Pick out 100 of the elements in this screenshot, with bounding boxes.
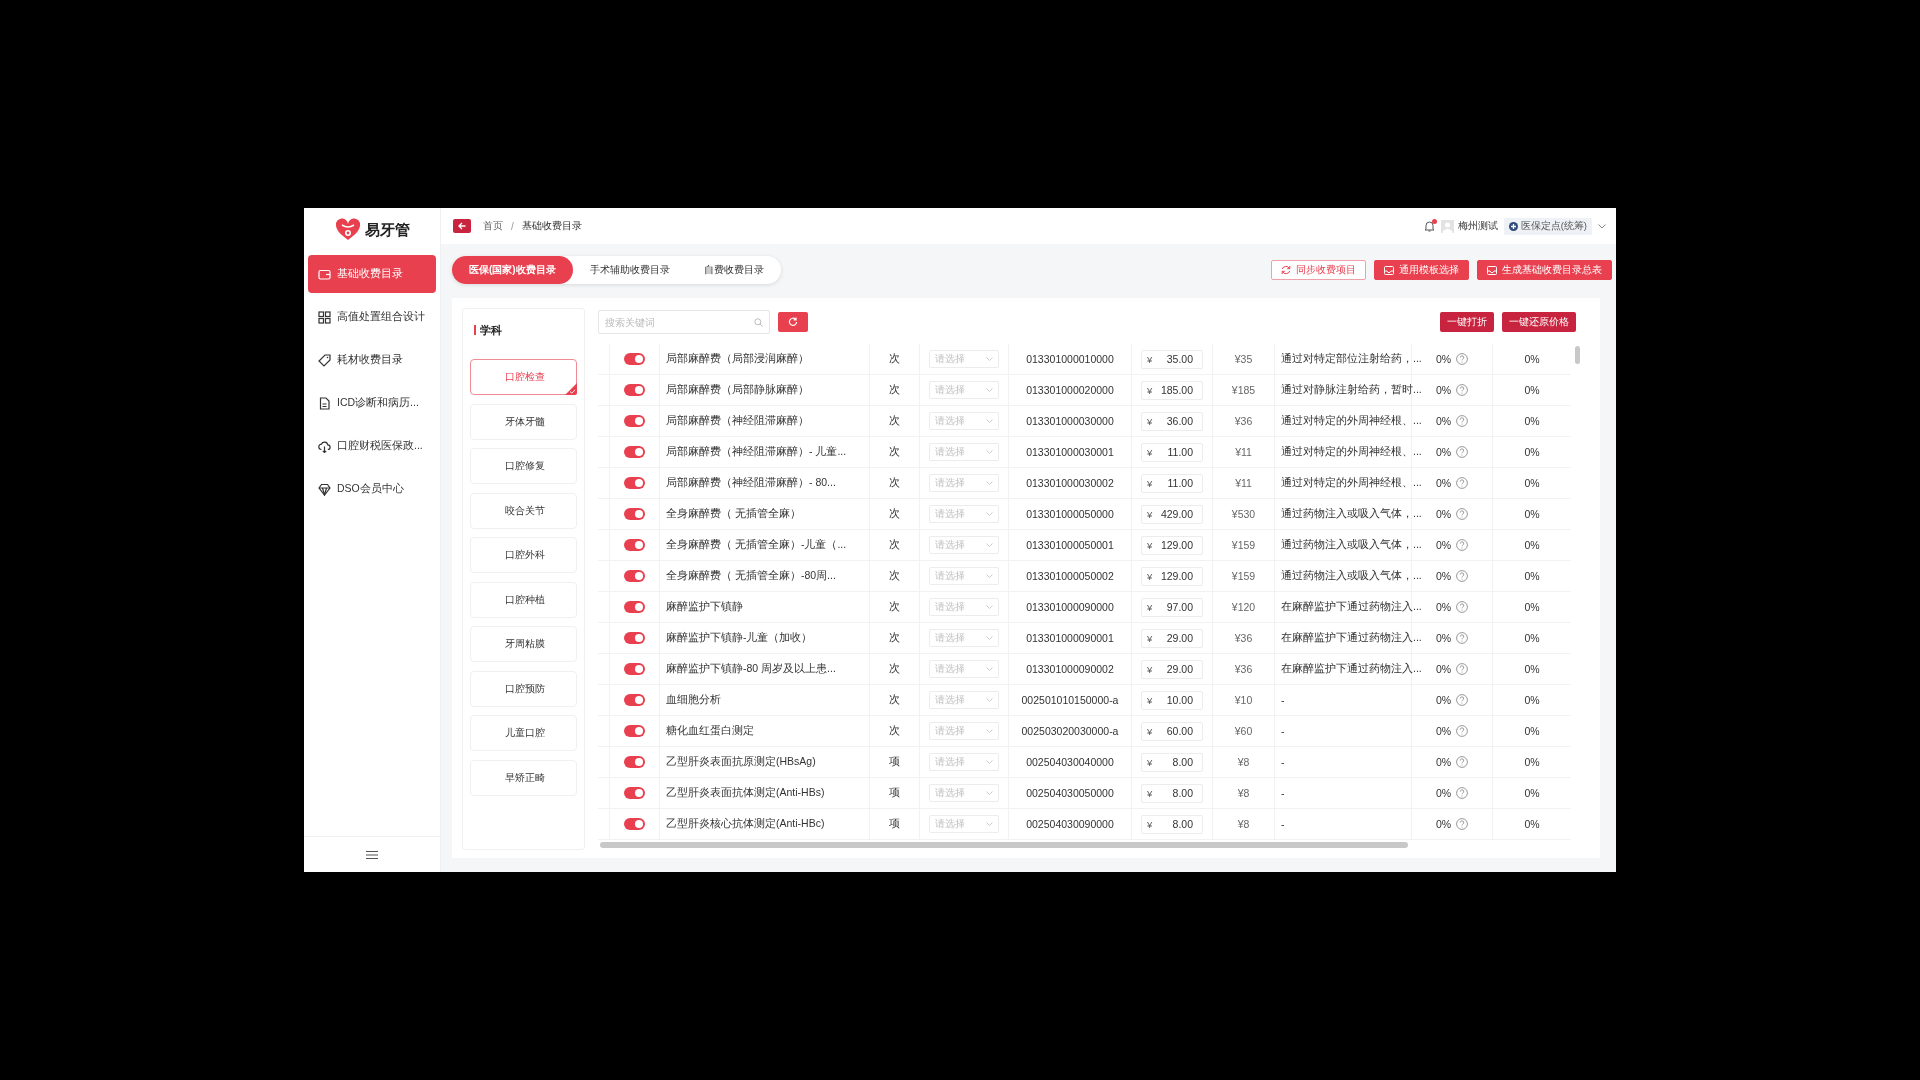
tab[interactable]: 自费收费目录 (686, 256, 781, 284)
table-action-button[interactable]: 一键打折 (1440, 312, 1494, 332)
unit-text: 次 (889, 600, 900, 614)
price-field[interactable]: ¥ 8.00 (1141, 752, 1203, 772)
menu-icon[interactable] (366, 849, 378, 860)
category-item[interactable]: 口腔修复 (470, 448, 577, 484)
help-icon[interactable] (1456, 663, 1469, 675)
search-field[interactable]: 搜索关键词 (598, 310, 770, 334)
toggle-switch[interactable] (624, 539, 645, 551)
sidebar-item[interactable]: 基础收费目录 (308, 255, 436, 293)
help-icon[interactable] (1456, 446, 1469, 458)
toggle-switch[interactable] (624, 353, 645, 365)
category-item[interactable]: 早矫正畸 (470, 759, 577, 796)
toggle-switch[interactable] (624, 384, 645, 396)
category-item[interactable]: 咬合关节 (470, 492, 577, 529)
action-button[interactable]: 同步收费项目 (1271, 260, 1366, 280)
price-field[interactable]: ¥ 36.00 (1141, 411, 1203, 431)
price-field[interactable]: ¥ 97.00 (1141, 597, 1203, 617)
toggle-switch[interactable] (624, 477, 645, 489)
back-button[interactable] (453, 219, 471, 233)
price-field[interactable]: ¥ 429.00 (1141, 504, 1203, 524)
toggle-switch[interactable] (624, 601, 645, 613)
tab[interactable]: 手术辅助收费目录 (572, 256, 687, 284)
rate-text: 0% (1435, 694, 1452, 706)
help-icon[interactable] (1456, 415, 1469, 427)
price-field[interactable]: ¥ 29.00 (1141, 628, 1203, 648)
unit-text: 次 (889, 662, 900, 676)
price-field[interactable]: ¥ 185.00 (1141, 380, 1203, 400)
sidebar-item[interactable]: 口腔财税医保政... (308, 427, 436, 465)
scrollbar-thumb[interactable] (600, 842, 1408, 848)
price-field[interactable]: ¥ 35.00 (1141, 349, 1203, 369)
user-name[interactable]: 梅州测试 (1457, 219, 1498, 233)
price-field[interactable]: ¥ 10.00 (1141, 690, 1203, 710)
chevron-down-icon[interactable] (1598, 223, 1606, 229)
help-icon[interactable] (1456, 632, 1469, 644)
price-field[interactable]: ¥ 129.00 (1141, 566, 1203, 586)
chevron-down-icon (986, 822, 993, 826)
item-name: 乙型肝炎表面抗体测定(Anti-HBs) (666, 786, 825, 800)
discount-text: 0% (1524, 415, 1540, 427)
price-field[interactable]: ¥ 60.00 (1141, 721, 1203, 741)
help-icon[interactable] (1456, 508, 1469, 520)
toggle-switch[interactable] (624, 446, 645, 458)
category-item[interactable]: 口腔外科 (470, 537, 577, 573)
help-icon[interactable] (1456, 539, 1469, 551)
chevron-down-icon (986, 481, 993, 485)
toggle-switch[interactable] (624, 663, 645, 675)
price-field[interactable]: ¥ 11.00 (1141, 442, 1203, 462)
sidebar-item[interactable]: DSO会员中心 (308, 470, 436, 508)
help-icon[interactable] (1456, 477, 1469, 489)
code-text: 013301000010000 (1026, 353, 1114, 365)
breadcrumb-link[interactable]: 首页 (483, 219, 503, 233)
sidebar-item[interactable]: 耗材收费目录 (308, 341, 436, 379)
toggle-switch[interactable] (624, 818, 645, 830)
tab[interactable]: 医保(国家)收费目录 (452, 256, 573, 284)
help-icon[interactable] (1456, 725, 1469, 737)
sidebar-item[interactable]: ICD诊断和病历... (308, 384, 436, 422)
category-item[interactable]: 口腔种植 (470, 581, 577, 618)
chevron-down-icon (986, 450, 993, 454)
help-icon[interactable] (1456, 570, 1469, 582)
description-text: 通过对特定的外周神经根、... (1281, 476, 1422, 490)
toggle-switch[interactable] (624, 756, 645, 768)
price-field[interactable]: ¥ 29.00 (1141, 659, 1203, 679)
bell-icon[interactable] (1423, 220, 1435, 232)
toggle-switch[interactable] (624, 415, 645, 427)
help-icon[interactable] (1456, 818, 1469, 830)
toggle-switch[interactable] (624, 632, 645, 644)
price-field[interactable]: ¥ 129.00 (1141, 535, 1203, 555)
logo-icon (334, 218, 361, 242)
category-item[interactable]: 牙体牙髓 (470, 403, 577, 440)
scrollbar-thumb[interactable] (1575, 346, 1580, 364)
code-text: 013301000030000 (1026, 415, 1114, 427)
category-item[interactable]: 口腔检查 (470, 359, 577, 395)
help-icon[interactable] (1456, 601, 1469, 613)
help-icon[interactable] (1456, 353, 1469, 365)
help-icon[interactable] (1456, 787, 1469, 799)
help-icon[interactable] (1456, 694, 1469, 706)
refresh-button[interactable] (778, 312, 808, 332)
toggle-switch[interactable] (624, 570, 645, 582)
rate-text: 0% (1435, 601, 1452, 613)
org-badge[interactable]: 医保定点(统筹) (1503, 217, 1592, 235)
item-name: 局部麻醉费（神经阻滞麻醉）- 儿童... (666, 445, 847, 459)
category-item[interactable]: 儿童口腔 (470, 715, 577, 751)
breadcrumb-link[interactable]: 基础收费目录 (521, 219, 582, 233)
category-item[interactable]: 牙周粘膜 (470, 626, 577, 662)
rate-text: 0% (1435, 539, 1452, 551)
help-icon[interactable] (1456, 756, 1469, 768)
toggle-switch[interactable] (624, 725, 645, 737)
category-item[interactable]: 口腔预防 (470, 670, 577, 707)
toggle-switch[interactable] (624, 694, 645, 706)
price-field[interactable]: ¥ 8.00 (1141, 783, 1203, 803)
sidebar-item[interactable]: 高值处置组合设计 (308, 298, 436, 336)
help-icon[interactable] (1456, 384, 1469, 396)
action-button[interactable]: 生成基础收费目录总表 (1477, 260, 1612, 280)
toggle-switch[interactable] (624, 508, 645, 520)
action-button[interactable]: 通用模板选择 (1374, 260, 1469, 280)
price-field[interactable]: ¥ 8.00 (1141, 814, 1203, 834)
toggle-switch[interactable] (624, 787, 645, 799)
price-field[interactable]: ¥ 11.00 (1141, 473, 1203, 493)
table-action-button[interactable]: 一键还原价格 (1502, 312, 1576, 332)
chevron-down-icon (986, 388, 993, 392)
